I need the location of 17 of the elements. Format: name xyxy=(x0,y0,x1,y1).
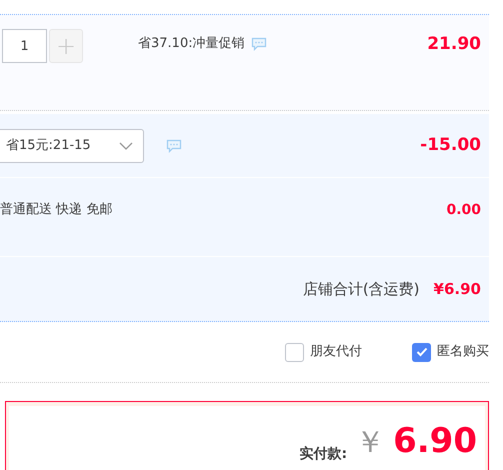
payment-amount: 6.90 xyxy=(393,424,477,458)
shipping-method: 普通配送 快递 免邮 xyxy=(0,200,112,219)
promo-text: 省37.10:冲量促销 xyxy=(138,35,245,53)
store-total-amount: ¥6.90 xyxy=(434,278,481,300)
comment-icon[interactable] xyxy=(166,138,182,154)
option-checkbox[interactable]: 朋友代付 xyxy=(285,342,362,362)
currency-sign: ￥ xyxy=(355,428,386,458)
store-total-label: 店铺合计(含运费) xyxy=(302,278,420,300)
coupon-amount: -15.00 xyxy=(420,134,481,157)
coupon-select[interactable]: 省15元:21-15 xyxy=(0,128,144,162)
payment-label: 实付款: xyxy=(300,444,348,464)
shipping-amount: 0.00 xyxy=(446,201,481,220)
option-checkbox[interactable]: 匿名购买 xyxy=(412,342,489,362)
quantity-field[interactable]: 1 xyxy=(2,29,47,63)
item-price: 21.90 xyxy=(427,33,481,56)
chevron-down-icon xyxy=(119,142,133,150)
comment-icon[interactable] xyxy=(250,36,267,52)
